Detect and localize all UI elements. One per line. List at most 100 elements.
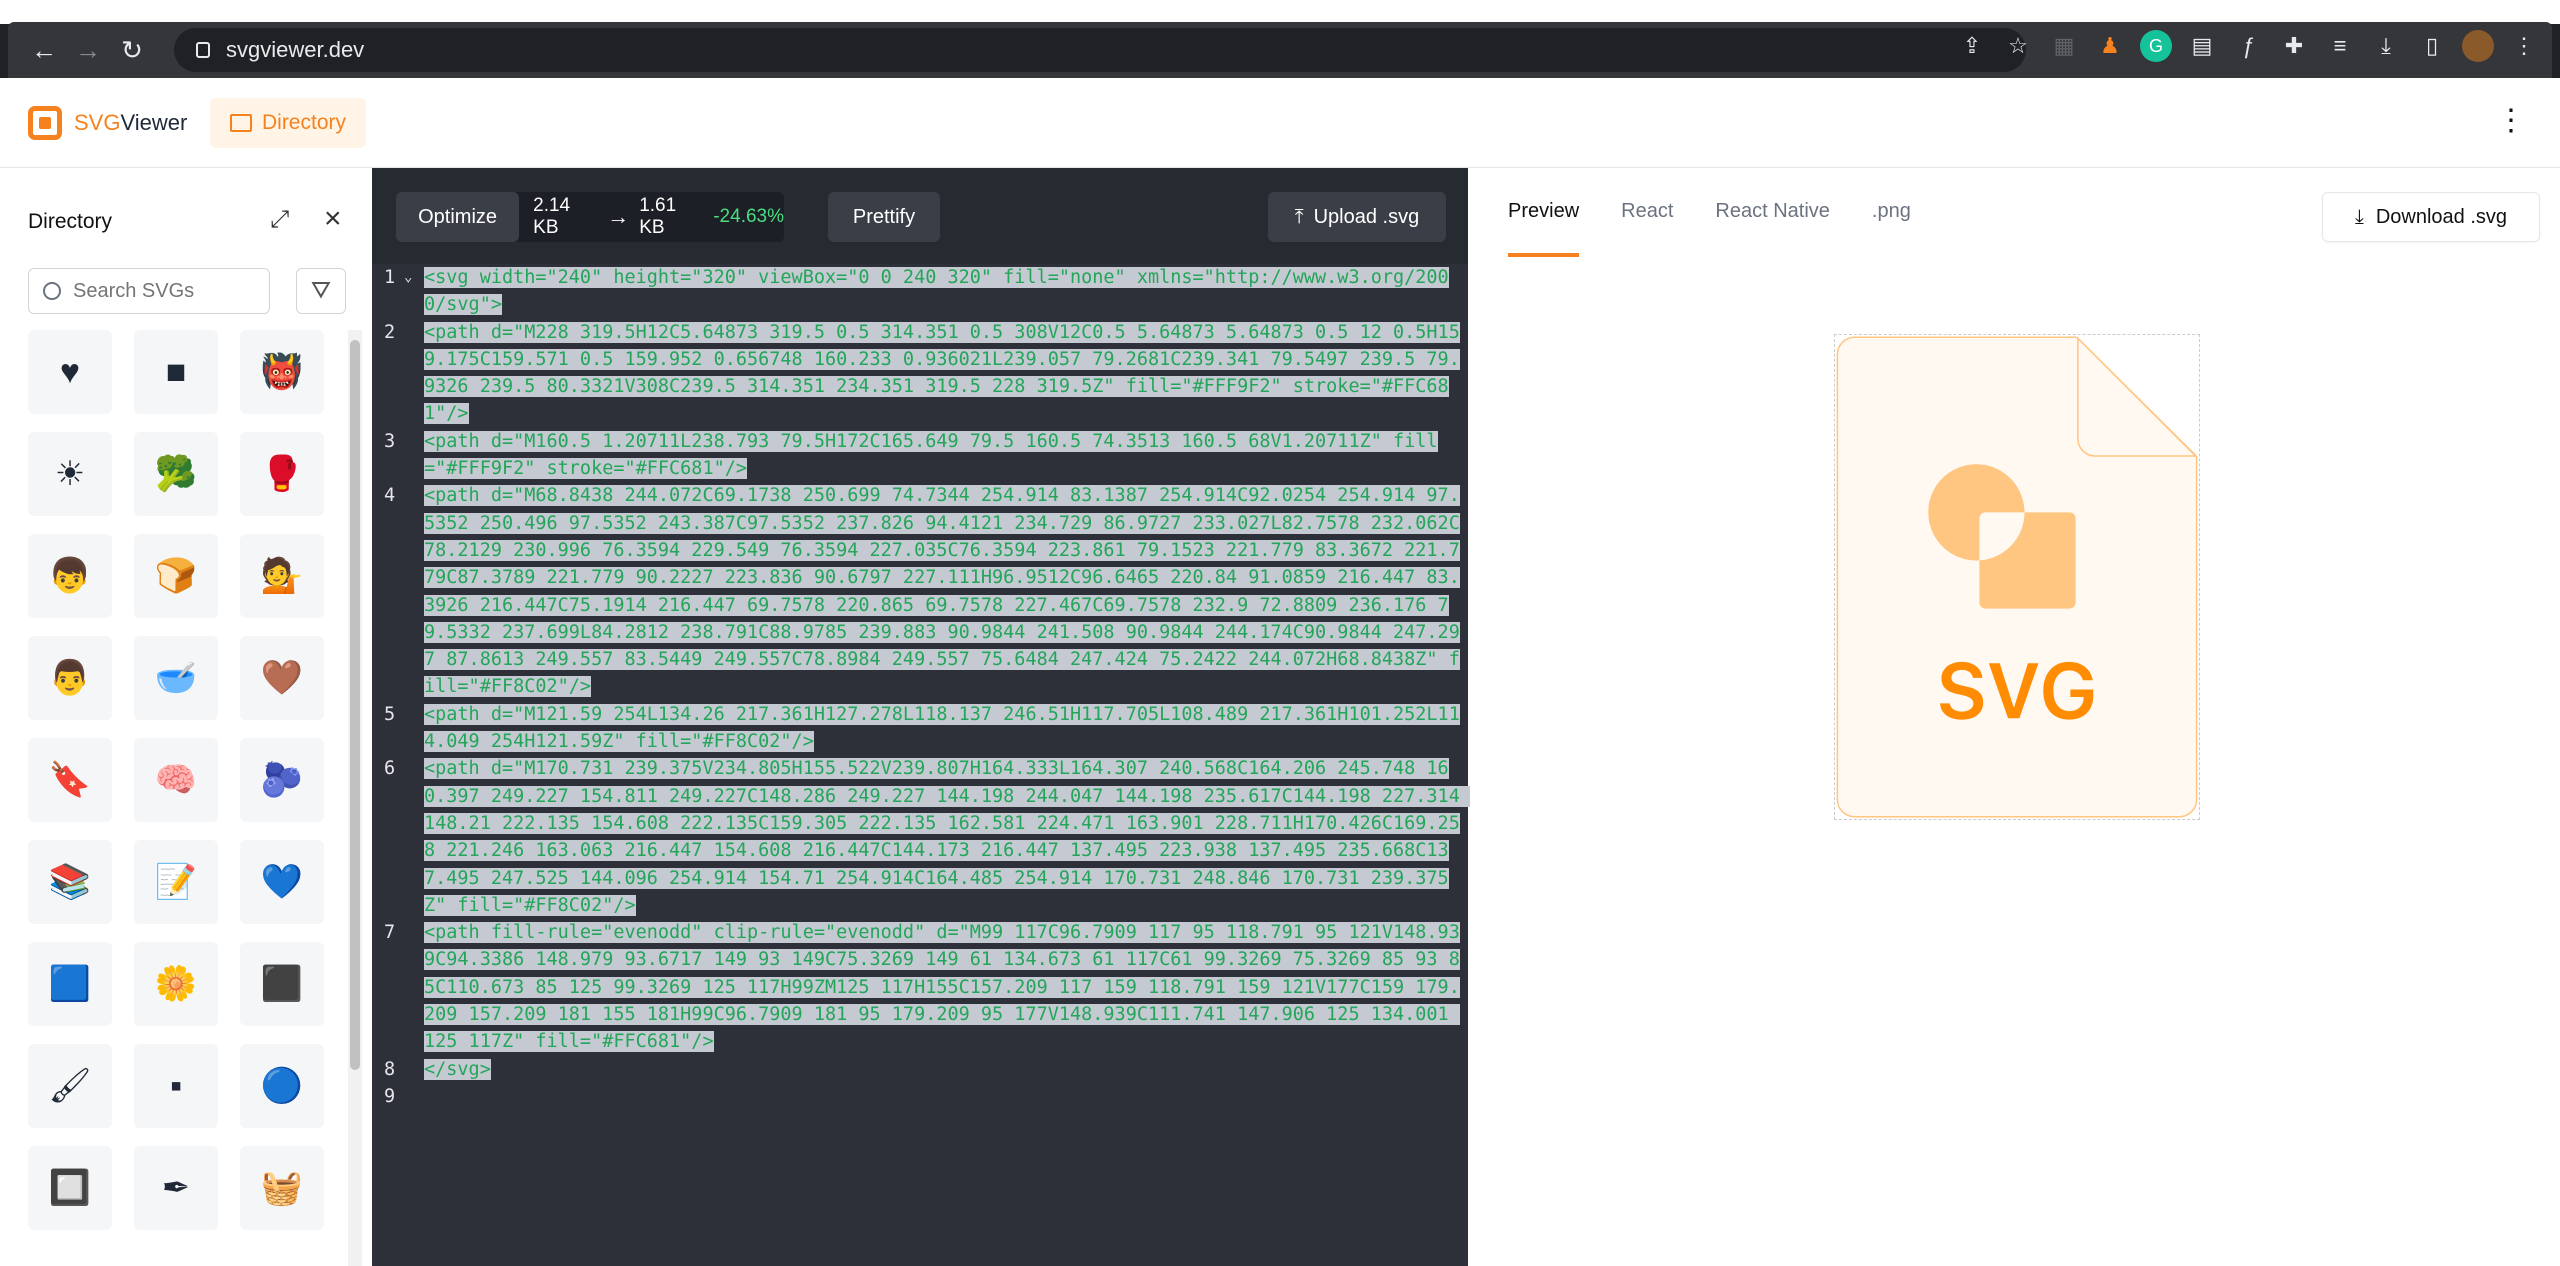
directory-icon (229, 114, 252, 132)
extension-1-icon[interactable]: ▦ (2048, 30, 2080, 62)
tab-react-native[interactable]: React Native (1715, 200, 1830, 257)
preview-stage (1834, 334, 2200, 820)
filter-button[interactable]: ⛛ (296, 268, 346, 314)
directory-sidebar: Directory ⤢ × ⛛ ♥ ■ 👹 ☀ 🥦 🥊 👦 🍞 💁 👨 🥣 🤎 🔖 🧠 🫐 📚 📝 💙 🟦 🌼 ⬛ 🖌 ▪ 🔵… (8, 168, 368, 1266)
fountain-pen-icon[interactable]: ✒ (134, 1146, 218, 1230)
tab-react[interactable]: React (1621, 200, 1673, 257)
extension-3-icon[interactable]: ▤ (2186, 30, 2218, 62)
heart-icon[interactable]: ♥ (28, 330, 112, 414)
reload-icon[interactable]: ↻ (110, 28, 154, 72)
star-icon[interactable]: ☆ (2002, 30, 2034, 62)
app-header: SVG Viewer Directory ⋮ (0, 78, 2560, 168)
playlist-icon[interactable]: ≡ (2324, 30, 2356, 62)
blue-circle-icon[interactable]: 🔵 (240, 1044, 324, 1128)
logo[interactable]: SVG Viewer (28, 106, 187, 140)
upload-button[interactable]: ⤒ Upload .svg (1268, 192, 1446, 242)
woman-gesture-icon[interactable]: 💁 (240, 534, 324, 618)
code-text: </svg> (424, 1058, 491, 1080)
size-after: 1.61 KB (639, 195, 677, 238)
size-before: 2.14 KB (533, 195, 571, 238)
white-square-button-icon[interactable]: 🔲 (28, 1146, 112, 1230)
small-square-icon[interactable]: ▪ (134, 1044, 218, 1128)
code-editor-panel: Optimize 2.14 KB → 1.61 KB -24.63% Prett… (372, 168, 1471, 1266)
line-number: 7 (384, 922, 396, 944)
boy-face-icon[interactable]: 👦 (28, 534, 112, 618)
grammarly-icon[interactable]: G (2140, 30, 2172, 62)
brain-icon[interactable]: 🧠 (134, 738, 218, 822)
close-icon[interactable]: × (324, 202, 342, 236)
books-icon[interactable]: 📚 (28, 840, 112, 924)
bread-icon[interactable]: 🍞 (134, 534, 218, 618)
code-line[interactable]: 1 ⌄ <svg width="240" height="320" viewBox=… (372, 264, 1468, 319)
document-pen-icon[interactable]: 📝 (134, 840, 218, 924)
download-icon[interactable]: ⤓ (2370, 30, 2402, 62)
profile-avatar[interactable] (2462, 30, 2494, 62)
boxing-glove-icon[interactable]: 🥊 (240, 432, 324, 516)
chrome-menu-icon[interactable]: ⋮ (2508, 30, 2540, 62)
scrollbar-thumb[interactable] (350, 340, 360, 1070)
sidebar-scrollbar[interactable] (348, 330, 362, 1266)
black-square-icon[interactable]: ■ (134, 330, 218, 414)
line-number: 9 (384, 1085, 396, 1107)
code-line[interactable]: 4 <path d="M68.8438 244.072C69.1738 250.6… (372, 482, 1468, 700)
sidepanel-icon[interactable]: ▯ (2416, 30, 2448, 62)
download-icon: ⤓ (2354, 205, 2364, 228)
directory-button[interactable]: Directory (210, 98, 366, 148)
share-icon[interactable]: ⇪ (1956, 30, 1988, 62)
search-box[interactable] (28, 268, 270, 314)
fx-icon[interactable]: ƒ (2232, 30, 2264, 62)
blossom-icon[interactable]: 🌼 (134, 942, 218, 1026)
medium-dark-face-icon[interactable]: 👨 (28, 636, 112, 720)
code-text: <path d="M228 319.5H12C5.64873 319.5 0.5… (424, 321, 1460, 425)
logo-viewer-text: Viewer (120, 110, 188, 135)
blue-square-icon[interactable]: 🟦 (28, 942, 112, 1026)
expand-icon[interactable]: ⤢ (270, 206, 289, 234)
preview-panel: Preview React React Native .png ⤓ Download … (1470, 168, 2560, 1266)
basket-icon[interactable]: 🧺 (240, 1146, 324, 1230)
bowl-chopsticks-icon[interactable]: 🥣 (134, 636, 218, 720)
paintbrush-icon[interactable]: 🖌 (28, 1044, 112, 1128)
line-number: 3 (384, 430, 396, 452)
download-button[interactable]: ⤓ Download .svg (2322, 192, 2540, 242)
lock-icon (196, 42, 210, 58)
line-number: 6 (384, 758, 396, 780)
prettify-button[interactable]: Prettify (828, 192, 940, 242)
code-area[interactable]: 1 ⌄ <svg width="240" height="320" viewBox=… (372, 264, 1471, 1266)
address-bar[interactable]: svgviewer.dev (174, 28, 2026, 72)
sun-icon[interactable]: ☀ (28, 432, 112, 516)
line-number: 2 (384, 321, 396, 343)
blue-heart-icon[interactable]: 💙 (240, 840, 324, 924)
broccoli-icon[interactable]: 🥦 (134, 432, 218, 516)
svg-file-preview (1836, 336, 2198, 818)
forward-icon[interactable]: → (66, 28, 110, 72)
filter-icon: ⛛ (310, 277, 332, 304)
code-text: <path d="M160.5 1.20711L238.793 79.5H172… (424, 430, 1438, 480)
line-number: 5 (384, 703, 396, 725)
code-text: <path d="M170.731 239.375V234.805H155.52… (424, 758, 1471, 916)
brown-heart-icon[interactable]: 🤎 (240, 636, 324, 720)
code-line[interactable]: 5 <path d="M121.59 254L134.26 217.361H127… (372, 701, 1468, 756)
more-menu-icon[interactable]: ⋮ (2496, 106, 2526, 136)
puzzle-icon[interactable]: ✚ (2278, 30, 2310, 62)
dark-square-icon[interactable]: ⬛ (240, 942, 324, 1026)
code-text: <path d="M68.8438 244.072C69.1738 250.69… (424, 485, 1460, 698)
file-corner (2077, 336, 2198, 457)
extension-2-icon[interactable]: ♟ (2094, 30, 2126, 62)
tab-preview[interactable]: Preview (1508, 200, 1580, 257)
download-label: Download .svg (2375, 205, 2508, 228)
code-line[interactable]: 6 <path d="M170.731 239.375V234.805H155.5… (372, 755, 1471, 919)
fold-chevron-icon[interactable]: ⌄ (404, 264, 412, 291)
code-line[interactable]: 8 </svg> (372, 1056, 1468, 1083)
code-text: <path d="M121.59 254L134.26 217.361H127.… (424, 703, 1460, 753)
size-change: -24.63% (713, 206, 785, 227)
tab-png[interactable]: .png (1872, 200, 1911, 257)
blueberries-icon[interactable]: 🫐 (240, 738, 324, 822)
code-line[interactable]: 2 <path d="M228 319.5H12C5.64873 319.5 0.… (372, 319, 1468, 428)
optimize-button[interactable]: Optimize (396, 192, 520, 242)
search-input[interactable] (73, 279, 243, 303)
ogre-icon[interactable]: 👹 (240, 330, 324, 414)
back-icon[interactable]: ← (22, 28, 66, 72)
bookmark-book-icon[interactable]: 🔖 (28, 738, 112, 822)
code-line[interactable]: 7 <path fill-rule="evenodd" clip-rule="ev… (372, 919, 1468, 1055)
code-line[interactable]: 3 <path d="M160.5 1.20711L238.793 79.5H17… (372, 428, 1468, 483)
